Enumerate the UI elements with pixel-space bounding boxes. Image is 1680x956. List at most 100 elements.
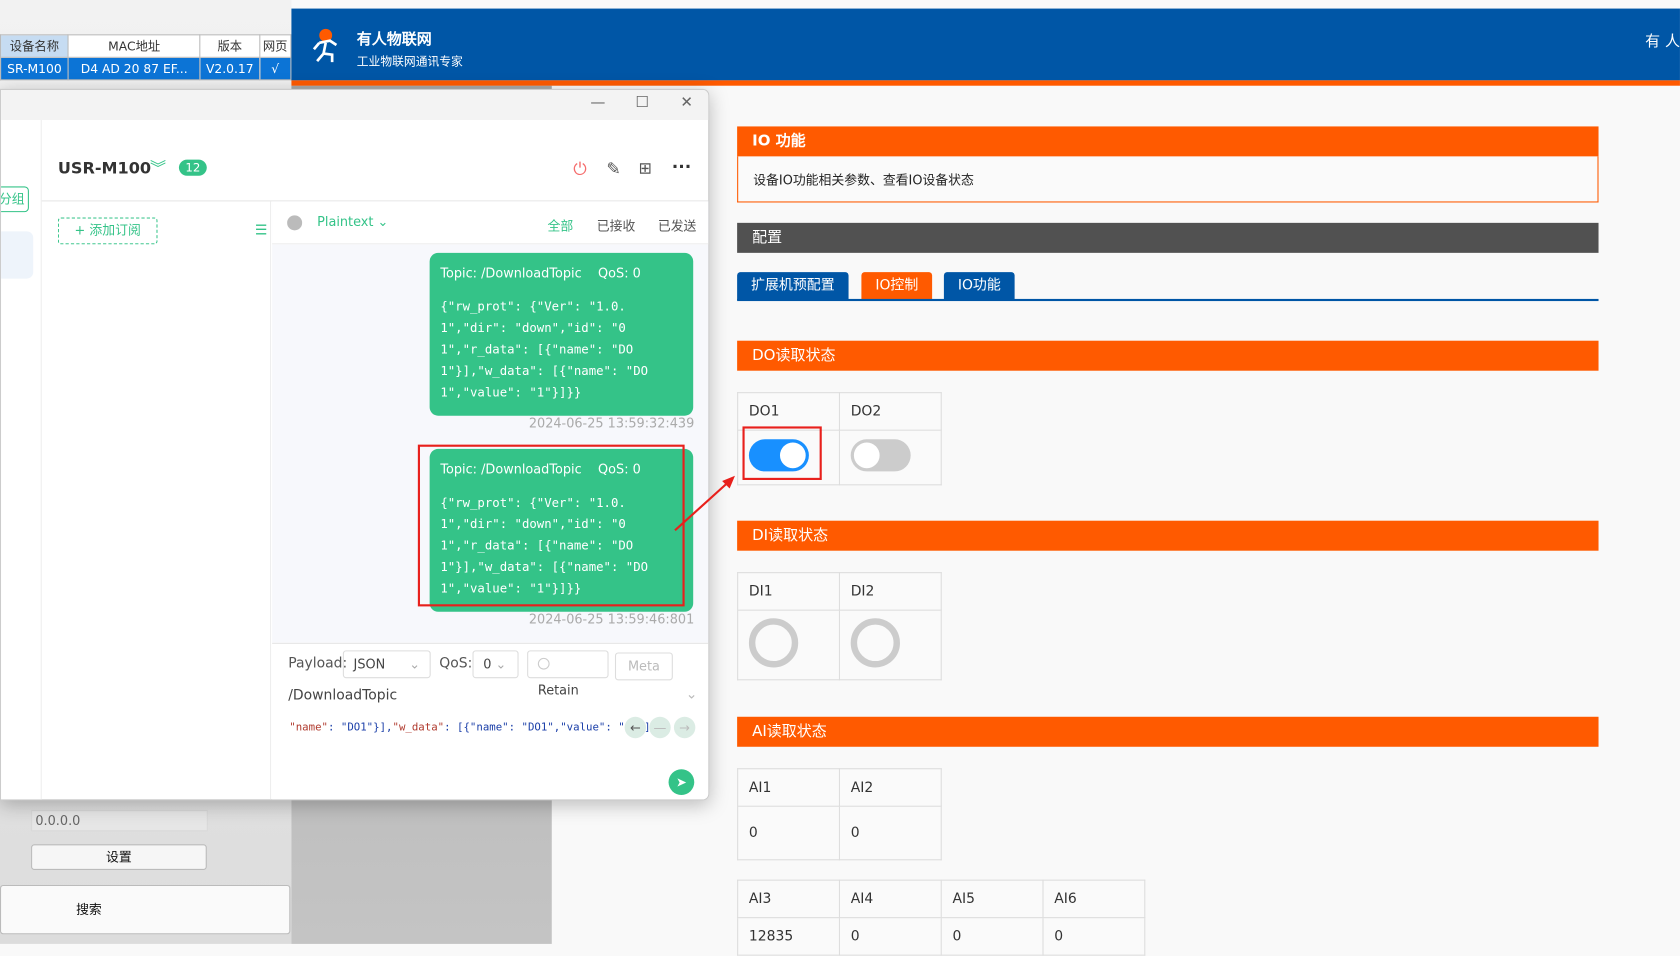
chevron-double-down-icon[interactable]: ︾ <box>150 156 166 178</box>
device-table: 设备名称 MAC地址 版本 网页 SR-M100 D4 AD 20 87 EF... V2… <box>0 34 292 81</box>
di-label: DI1 <box>737 572 840 611</box>
retain-checkbox[interactable]: Retain <box>527 650 609 697</box>
di1-indicator <box>748 618 799 668</box>
cell: √ <box>258 56 292 81</box>
add-subscription-label: 添加订阅 <box>89 222 141 238</box>
set-button[interactable]: 设置 <box>31 844 207 870</box>
message-count-badge: 12 <box>178 159 207 176</box>
tab-underline <box>737 298 1599 302</box>
format-select[interactable]: Plaintext ⌄ <box>317 214 388 229</box>
table-row[interactable]: SR-M100 D4 AD 20 87 EF... V2.0.17 √ <box>0 56 292 81</box>
ai-value: 0 <box>737 805 840 861</box>
tab-io-control[interactable]: IO控制 <box>861 272 933 300</box>
connections-sidebar: 分组 <box>1 119 42 800</box>
mqttx-window: — ☐ ✕ 分组 USR-M100 ︾ 12 ⏻ ✎ ⊞ ··· + 添加订阅 … <box>0 88 710 801</box>
ai-value: 0 <box>940 917 1044 956</box>
di-table: DI1 DI2 <box>737 572 942 681</box>
search-button[interactable]: 搜索 <box>0 884 291 935</box>
tab-io-function[interactable]: IO功能 <box>943 272 1015 300</box>
ai-table-1: AI1 AI2 00 <box>737 768 942 861</box>
arrow-right-icon[interactable]: → <box>673 716 696 739</box>
chevron-down-icon[interactable]: ⌄ <box>686 687 698 703</box>
highlight-box <box>417 444 685 607</box>
payload-label: Payload: <box>288 655 348 672</box>
di2-indicator <box>850 618 900 668</box>
ai-value: 12835 <box>737 917 840 956</box>
group-button[interactable]: 分组 <box>1 186 29 213</box>
message-list: Plaintext ⌄ 全部 已接收 已发送 Topic: /DownloadT… <box>272 201 709 643</box>
io-section-title: IO 功能 <box>737 126 1599 157</box>
send-icon[interactable]: ➤ <box>668 769 695 795</box>
connection-header: USR-M100 ︾ 12 ⏻ ✎ ⊞ ··· <box>41 120 709 202</box>
di-label: DI2 <box>838 572 942 611</box>
highlight-box <box>742 426 822 480</box>
collapse-icon[interactable]: ☰ <box>255 223 267 239</box>
payload-text: "w_data" <box>392 722 445 734</box>
ai-label: AI4 <box>838 879 942 919</box>
ai-value: 0 <box>1042 917 1146 956</box>
ai-label: AI2 <box>838 768 942 807</box>
header-right-text: 有 人 <box>1645 33 1680 51</box>
message-composer: Payload: JSON ⌄ QoS: 0 ⌄ Retain Meta /Dow… <box>272 642 709 800</box>
add-subscription-button[interactable]: + 添加订阅 <box>57 217 158 245</box>
logo-icon <box>312 28 338 63</box>
title-bar[interactable]: — ☐ ✕ <box>1 89 709 120</box>
ai-label: AI1 <box>737 768 840 807</box>
di-status-title: DI读取状态 <box>737 520 1599 551</box>
message-body: {"rw_prot": {"Ver": "1.0. 1","dir": "dow… <box>440 298 649 400</box>
ai-status-title: AI读取状态 <box>737 716 1599 747</box>
message-toolbar: Plaintext ⌄ 全部 已接收 已发送 <box>272 201 709 245</box>
do-label: DO2 <box>838 392 942 431</box>
maximize-icon[interactable]: ☐ <box>635 94 648 111</box>
ai-value: 0 <box>838 805 942 861</box>
filter-all[interactable]: 全部 <box>547 216 573 234</box>
col-header: 版本 <box>199 34 261 58</box>
format-label: Plaintext <box>317 214 374 230</box>
payload-type-select[interactable]: JSON ⌄ <box>342 650 431 679</box>
new-window-icon[interactable]: ⊞ <box>639 159 652 178</box>
cell: D4 AD 20 87 EF... <box>67 56 201 81</box>
ai-table-2: AI3 AI4 AI5 AI6 12835 0 0 0 <box>737 879 1146 956</box>
io-section-desc: 设备IO功能相关参数、查看IO设备状态 <box>737 156 1599 203</box>
qos-label: QoS: <box>439 655 473 672</box>
connection-name: USR-M100 <box>57 158 152 178</box>
col-header: MAC地址 <box>67 34 201 58</box>
brand-slogan: 工业物联网通讯专家 <box>356 54 463 69</box>
qos-select[interactable]: 0 ⌄ <box>472 650 519 679</box>
site-header: 有人物联网 工业物联网通讯专家 有 人 <box>291 8 1680 81</box>
qos-value: 0 <box>483 656 492 672</box>
arrow-left-icon[interactable]: ← <box>624 716 647 739</box>
message-time: 2024-06-25 13:59:32:439 <box>528 415 695 431</box>
tab-expansion-preconfig[interactable]: 扩展机预配置 <box>737 272 849 300</box>
config-title: 配置 <box>737 222 1599 253</box>
meta-button[interactable]: Meta <box>614 652 673 681</box>
payload-editor[interactable]: "name": "DO1"}],"w_data": [{"name": "DO1… <box>289 722 663 734</box>
close-icon[interactable]: ✕ <box>680 94 693 111</box>
minimize-icon[interactable]: — <box>590 94 605 111</box>
help-icon[interactable] <box>287 215 303 231</box>
subscriptions-panel: + 添加订阅 ☰ <box>42 201 272 800</box>
filter-received[interactable]: 已接收 <box>597 216 636 234</box>
disconnect-icon[interactable]: ⏻ <box>573 159 587 180</box>
payload-text: "name" <box>289 722 328 734</box>
edit-icon[interactable]: ✎ <box>606 159 620 179</box>
message-time: 2024-06-25 13:59:46:801 <box>528 611 695 627</box>
cell: V2.0.17 <box>199 56 261 81</box>
ai-value: 0 <box>838 917 942 956</box>
cell: SR-M100 <box>0 56 69 81</box>
do2-toggle[interactable] <box>850 439 911 472</box>
selected-connection[interactable] <box>1 231 34 279</box>
ai-label: AI5 <box>940 879 1044 919</box>
do-label: DO1 <box>737 392 840 431</box>
col-header: 设备名称 <box>0 34 69 58</box>
payload-type-value: JSON <box>353 656 386 672</box>
ai-label: AI3 <box>737 879 840 919</box>
filter-sent[interactable]: 已发送 <box>658 216 697 234</box>
minus-icon[interactable]: — <box>649 716 671 739</box>
ip-input[interactable]: 0.0.0.0 <box>31 809 208 832</box>
message-qos: QoS: 0 <box>598 265 641 281</box>
more-icon[interactable]: ··· <box>672 156 692 176</box>
brand-name: 有人物联网 <box>356 31 432 49</box>
header-accent-line <box>291 80 1680 86</box>
topic-input[interactable]: /DownloadTopic <box>288 688 397 704</box>
